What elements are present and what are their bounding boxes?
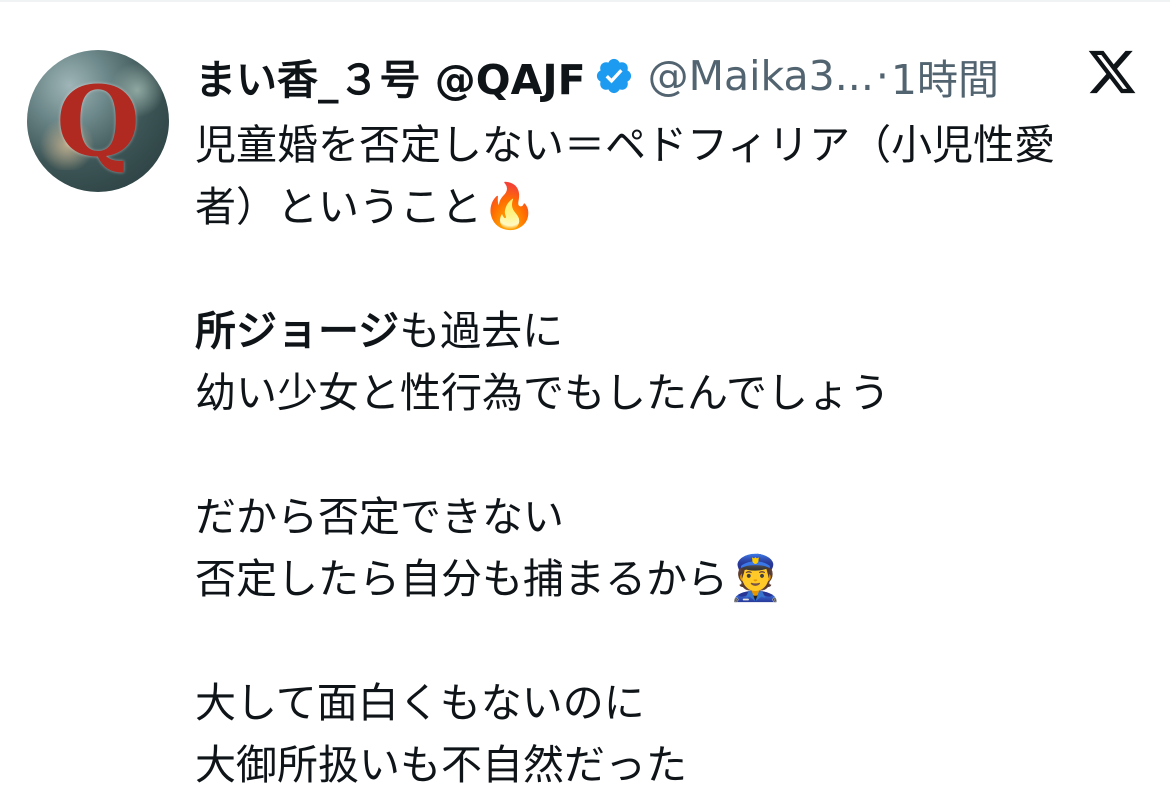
- tweet-line-text: 否定したら自分も捕まるから: [195, 555, 728, 603]
- tweet-line-text: だから否定できない: [195, 493, 564, 541]
- tweet-line-text: 者）ということ: [195, 183, 482, 231]
- x-logo-icon: [1088, 50, 1136, 94]
- tweet-line: 所ジョージも過去に: [195, 300, 1155, 362]
- handle[interactable]: @Maika3...: [648, 52, 874, 100]
- avatar[interactable]: Q: [27, 50, 169, 192]
- tweet-line: 児童婚を否定しない＝ペドフィリア（小児性愛: [195, 114, 1155, 176]
- tweet-header: まい香_３号 @QAJF @Maika3... · 1時間: [195, 44, 1170, 108]
- highlighted-name: 所ジョージ: [195, 307, 400, 355]
- tweet-line-text: 幼い少女と性行為でもしたんでしょう: [195, 369, 890, 417]
- separator-dot: ·: [875, 52, 889, 100]
- tweet-line: 者）ということ🔥: [195, 176, 1155, 238]
- verified-badge-icon[interactable]: [594, 56, 634, 96]
- divider: [0, 0, 1170, 2]
- display-name[interactable]: まい香_３号 @QAJF: [195, 46, 586, 106]
- tweet-line: 幼い少女と性行為でもしたんでしょう: [195, 362, 1155, 424]
- tweet-text: 児童婚を否定しない＝ペドフィリア（小児性愛 者）ということ🔥 所ジョージも過去に…: [195, 114, 1155, 796]
- tweet-line: 大して面白くもないのに: [195, 672, 1155, 734]
- tweet-line-text: も過去に: [399, 307, 564, 355]
- police-officer-icon: 👮: [728, 553, 783, 604]
- tweet-line: 否定したら自分も捕まるから👮: [195, 548, 1155, 610]
- tweet-line-text: 大して面白くもないのに: [195, 679, 645, 727]
- tweet-line-text: 大御所扱いも不自然だった: [195, 741, 687, 789]
- avatar-q-logo: Q: [56, 64, 140, 178]
- tweet-line: だから否定できない: [195, 486, 1155, 548]
- tweet-line-text: 児童婚を否定しない＝ペドフィリア（小児性愛: [195, 121, 1056, 169]
- tweet[interactable]: Q まい香_３号 @QAJF @Maika3... · 1時間 児童婚を否定しな…: [0, 0, 1170, 796]
- fire-icon: 🔥: [482, 181, 537, 232]
- timestamp[interactable]: 1時間: [891, 46, 999, 106]
- tweet-line: 大御所扱いも不自然だった: [195, 734, 1155, 796]
